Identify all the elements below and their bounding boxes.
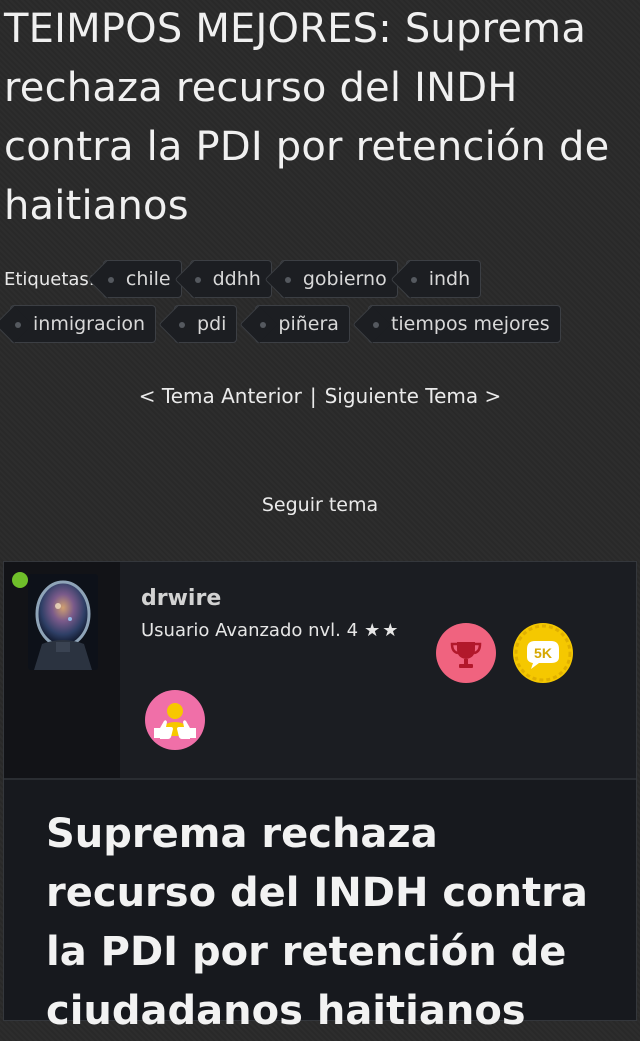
author-info: drwire Usuario Avanzado nvl. 4 ★★ 5K	[120, 562, 636, 778]
thumbs-up-user-icon	[154, 703, 196, 739]
avatar-image	[28, 574, 98, 670]
post: drwire Usuario Avanzado nvl. 4 ★★ 5K Sup…	[3, 561, 637, 1034]
tag-hole-icon	[15, 322, 21, 328]
topic-title: TEIMPOS MEJORES: Suprema rechaza recurso…	[4, 6, 610, 229]
tag-pdi[interactable]: pdi	[174, 305, 238, 343]
author-avatar-column	[4, 562, 120, 778]
author-username[interactable]: drwire	[141, 586, 221, 611]
follow-topic-button[interactable]: Seguir tema	[0, 494, 640, 516]
tag-list: Etiquetas: chile ddhh gobierno indh inmi…	[4, 258, 636, 348]
tag-inmigracion[interactable]: inmigracion	[10, 305, 157, 343]
tag-indh[interactable]: indh	[405, 260, 482, 298]
tag-pinera[interactable]: piñera	[255, 305, 350, 343]
tag-hole-icon	[284, 277, 291, 283]
tag-hole-icon	[372, 322, 379, 328]
5k-label: 5K	[534, 645, 552, 661]
next-topic-link[interactable]: Siguiente Tema >	[325, 384, 502, 408]
tag-gobierno[interactable]: gobierno	[279, 260, 398, 298]
post-title: Suprema rechaza recurso del INDH contra …	[46, 811, 588, 1034]
tag-hole-icon	[179, 322, 186, 328]
previous-topic-link[interactable]: < Tema Anterior	[139, 384, 302, 408]
tags-label: Etiquetas:	[4, 268, 95, 290]
avatar[interactable]	[28, 574, 98, 670]
author-rank: Usuario Avanzado nvl. 4 ★★	[141, 620, 400, 641]
online-status-icon	[12, 572, 28, 588]
5k-badge[interactable]: 5K	[513, 623, 573, 683]
tag-row-1: Etiquetas: chile ddhh gobierno indh	[4, 258, 636, 300]
tag-chile[interactable]: chile	[102, 260, 182, 298]
nav-separator: |	[309, 384, 317, 408]
tag-hole-icon	[194, 277, 201, 283]
5k-icon: 5K	[514, 624, 572, 682]
tag-row-2: inmigracion pdi piñera tiempos mejores	[4, 303, 636, 345]
tag-ddhh[interactable]: ddhh	[189, 260, 272, 298]
author-rank-text: Usuario Avanzado nvl. 4	[141, 620, 359, 641]
thumbs-up-badge[interactable]	[145, 690, 205, 750]
tag-hole-icon	[107, 277, 114, 283]
tag-hole-icon	[410, 277, 417, 283]
tag-hole-icon	[260, 322, 267, 328]
topic-navigation: < Tema Anterior | Siguiente Tema >	[0, 384, 640, 408]
trophy-icon	[450, 642, 482, 668]
rank-stars-icon: ★★	[364, 620, 401, 641]
trophy-badge[interactable]	[436, 623, 496, 683]
post-divider	[4, 778, 636, 780]
tag-tiempos-mejores[interactable]: tiempos mejores	[367, 305, 561, 343]
